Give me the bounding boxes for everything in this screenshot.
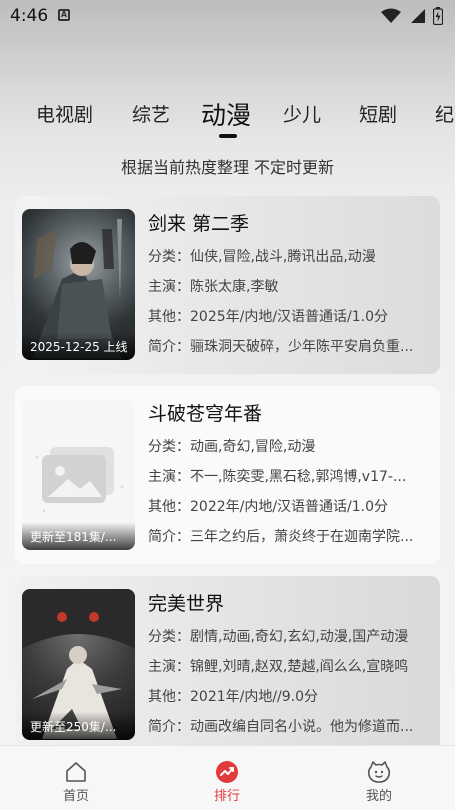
status-icons <box>381 7 443 25</box>
card-other: 其他：2022年/内地/汉语普通话/1.0分 <box>148 499 389 515</box>
card-cast: 主演：陈张太康,李敏 <box>148 279 279 295</box>
nav-profile-label: 我的 <box>365 789 392 804</box>
nav-home-label: 首页 <box>62 789 89 804</box>
card-category: 分类：动画,奇幻,冒险,动漫 <box>148 439 316 455</box>
card-cast: 主演：锦鲤,刘晴,赵双,楚越,阎么么,宣晓鸣 <box>148 659 409 675</box>
card-other: 其他：2021年/内地//9.0分 <box>148 689 319 705</box>
card-summary: 简介：动画改编自同名小说。他为修道而... <box>148 719 414 735</box>
card-summary: 简介：骊珠洞天破碎，少年陈平安肩负重... <box>148 339 414 355</box>
ranking-subtitle: 根据当前热度整理 不定时更新 <box>120 158 335 177</box>
nav-profile[interactable]: 我的 <box>319 746 439 810</box>
card-title: 斗破苍穹年番 <box>148 403 263 425</box>
wifi-icon <box>381 8 401 23</box>
nav-ranking[interactable]: 排行 <box>167 746 287 810</box>
bottom-navigation: 首页 排行 我的 <box>0 745 455 810</box>
card-title: 剑来 第二季 <box>148 213 250 235</box>
category-tabs: 电视剧 综艺 动漫 少儿 短剧 纪 <box>0 96 455 136</box>
poster-image[interactable]: 2025-12-25 上线 <box>22 209 135 360</box>
nav-home[interactable]: 首页 <box>16 746 136 810</box>
card-other: 其他：2025年/内地/汉语普通话/1.0分 <box>148 309 389 325</box>
home-icon <box>66 762 86 782</box>
tab-short-drama[interactable]: 短剧 <box>359 100 397 127</box>
poster-image[interactable]: 更新至250集/... <box>22 589 135 740</box>
notification-a-icon: A <box>58 9 70 21</box>
battery-icon <box>433 7 443 25</box>
tab-tv-drama[interactable]: 电视剧 <box>36 100 93 127</box>
card-summary: 简介：三年之约后，萧炎终于在迦南学院... <box>148 529 414 545</box>
card-category: 分类：剧情,动画,奇幻,玄幻,动漫,国产动漫 <box>148 629 409 645</box>
card-cast: 主演：不一,陈奕雯,黑石稔,郭鸿博,v17-... <box>148 469 407 485</box>
ranking-card[interactable]: 更新至181集/... 斗破苍穹年番 分类：动画,奇幻,冒险,动漫 主演：不一,… <box>15 386 440 564</box>
tab-variety[interactable]: 综艺 <box>132 100 170 127</box>
smiley-icon <box>367 761 391 783</box>
nav-ranking-label: 排行 <box>213 789 240 804</box>
poster-caption: 2025-12-25 上线 <box>22 332 135 360</box>
card-category: 分类：仙侠,冒险,战斗,腾讯出品,动漫 <box>148 249 376 265</box>
poster-caption: 更新至250集/... <box>22 712 135 740</box>
signal-icon <box>411 9 425 23</box>
status-bar: 4:46 A <box>0 0 455 32</box>
ranking-card[interactable]: 更新至250集/... 完美世界 分类：剧情,动画,奇幻,玄幻,动漫,国产动漫 … <box>15 576 440 756</box>
card-title: 完美世界 <box>148 593 225 615</box>
poster-placeholder[interactable]: 更新至181集/... <box>22 399 135 550</box>
active-tab-indicator <box>219 134 237 138</box>
ranking-card[interactable]: 2025-12-25 上线 剑来 第二季 分类：仙侠,冒险,战斗,腾讯出品,动漫… <box>15 196 440 374</box>
poster-caption: 更新至181集/... <box>22 522 135 550</box>
trending-icon <box>216 761 238 783</box>
tab-documentary[interactable]: 纪 <box>435 100 454 127</box>
status-time: 4:46 <box>10 6 49 26</box>
tab-kids[interactable]: 少儿 <box>283 100 321 127</box>
tab-anime[interactable]: 动漫 <box>201 96 251 132</box>
